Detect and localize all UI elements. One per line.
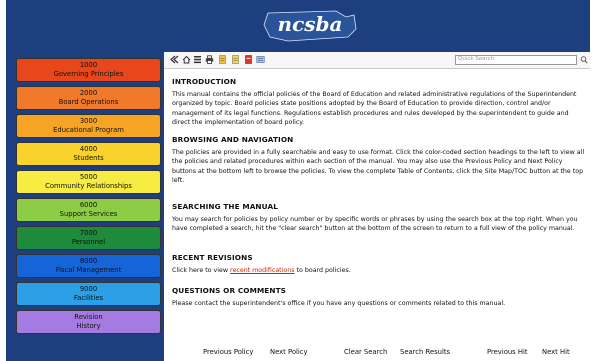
- document-icon[interactable]: [231, 55, 240, 64]
- section-number: 1000: [79, 61, 98, 69]
- section-number: 4000: [79, 145, 98, 153]
- collapse-icon[interactable]: [170, 55, 179, 64]
- ncsba-logo[interactable]: ncsba: [258, 7, 362, 45]
- browse-paragraph: The policies are provided in a fully sea…: [172, 149, 585, 185]
- section-1000-button[interactable]: 1000 Governing Principles: [16, 58, 161, 82]
- section-number: Revision: [74, 313, 103, 321]
- search-paragraph: You may search for policies by policy nu…: [172, 216, 578, 233]
- print-icon[interactable]: [205, 55, 214, 64]
- email-icon[interactable]: [256, 55, 265, 64]
- section-label: Educational Program: [53, 126, 124, 134]
- toolbar: Quick Search: [164, 52, 590, 69]
- section-label: Facilities: [73, 294, 104, 302]
- revisions-prefix: Click here to view: [172, 267, 231, 274]
- section-label: History: [76, 322, 101, 330]
- section-4000-button[interactable]: 4000 Students: [16, 142, 161, 166]
- home-icon[interactable]: [182, 55, 191, 64]
- next-hit-button[interactable]: Next Hit: [542, 348, 570, 356]
- recent-modifications-link[interactable]: recent modifications: [230, 267, 295, 274]
- section-3000-button[interactable]: 3000 Educational Program: [16, 114, 161, 138]
- main-content-panel: Quick Search INTRODUCTION This manual co…: [164, 52, 590, 361]
- previous-hit-button[interactable]: Previous Hit: [487, 348, 528, 356]
- section-sidebar: 1000 Governing Principles 2000 Board Ope…: [6, 52, 164, 361]
- section-number: 5000: [79, 173, 98, 181]
- search-heading: SEARCHING THE MANUAL: [172, 202, 278, 211]
- intro-heading: INTRODUCTION: [172, 77, 237, 86]
- section-number: 7000: [79, 229, 98, 237]
- pdf-icon[interactable]: [218, 55, 227, 64]
- section-8000-button[interactable]: 8000 Fiscal Management: [16, 254, 161, 278]
- quick-search-input[interactable]: Quick Search: [455, 55, 577, 65]
- section-label: Personnel: [71, 238, 106, 246]
- section-number: 2000: [79, 89, 98, 97]
- section-label: Governing Principles: [53, 70, 124, 78]
- section-label: Students: [73, 154, 104, 162]
- revisions-heading: RECENT REVISIONS: [172, 253, 253, 262]
- section-number: 6000: [79, 201, 98, 209]
- revisions-suffix: to board policies.: [294, 267, 351, 274]
- next-policy-button[interactable]: Next Policy: [270, 348, 308, 356]
- section-9000-button[interactable]: 9000 Facilities: [16, 282, 161, 306]
- clear-search-button[interactable]: Clear Search: [344, 348, 387, 356]
- section-label: Fiscal Management: [55, 266, 122, 274]
- footer-nav: Previous Policy Next Policy Clear Search…: [164, 344, 590, 361]
- section-label: Board Operations: [58, 98, 119, 106]
- search-icon[interactable]: [580, 55, 588, 65]
- questions-paragraph: Please contact the superintendent's offi…: [172, 300, 506, 307]
- previous-policy-button[interactable]: Previous Policy: [203, 348, 253, 356]
- revision-history-button[interactable]: Revision History: [16, 310, 161, 334]
- section-label: Community Relationships: [45, 182, 132, 190]
- sitemap-icon[interactable]: [193, 55, 202, 64]
- questions-heading: QUESTIONS OR COMMENTS: [172, 286, 287, 295]
- logo-text: ncsba: [278, 12, 343, 36]
- revisions-paragraph: Click here to view recent modifications …: [172, 266, 588, 275]
- section-number: 3000: [79, 117, 98, 125]
- intro-paragraph: This manual contains the official polici…: [172, 91, 577, 127]
- bookmark-icon[interactable]: [244, 55, 253, 64]
- section-5000-button[interactable]: 5000 Community Relationships: [16, 170, 161, 194]
- search-results-button[interactable]: Search Results: [400, 348, 450, 356]
- section-7000-button[interactable]: 7000 Personnel: [16, 226, 161, 250]
- section-number: 9000: [79, 285, 98, 293]
- browse-heading: BROWSING AND NAVIGATION: [172, 135, 294, 144]
- site-header: ncsba: [6, 0, 590, 52]
- section-label: Support Services: [59, 210, 118, 218]
- section-2000-button[interactable]: 2000 Board Operations: [16, 86, 161, 110]
- section-number: 8000: [79, 257, 98, 265]
- section-6000-button[interactable]: 6000 Support Services: [16, 198, 161, 222]
